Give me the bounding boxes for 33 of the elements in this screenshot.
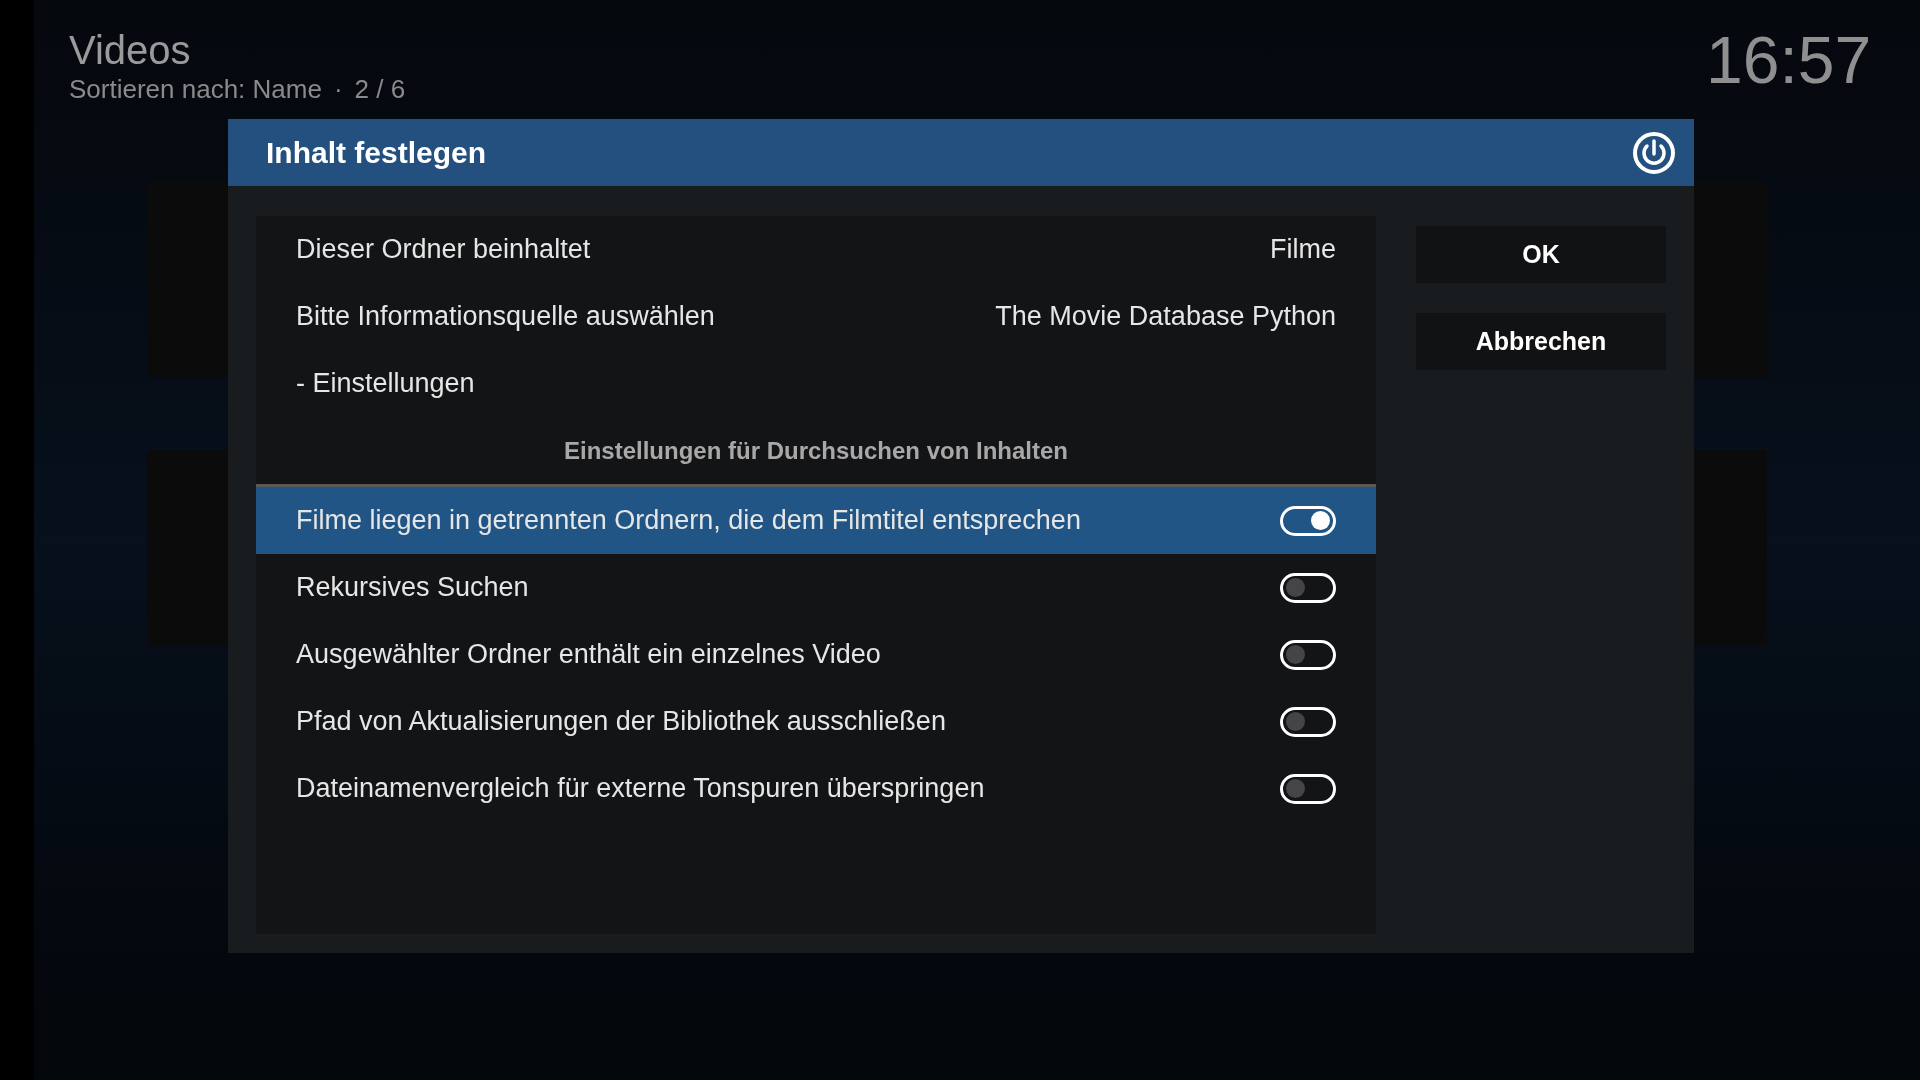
toggle-switch[interactable] bbox=[1280, 706, 1336, 737]
setting-value: Filme bbox=[1270, 233, 1336, 267]
setting-row[interactable]: - Einstellungen bbox=[256, 350, 1376, 417]
dialog-title: Inhalt festlegen bbox=[266, 135, 487, 171]
toggle-switch[interactable] bbox=[1280, 505, 1336, 536]
setting-label: Ausgewählter Ordner enthält ein einzelnes Video bbox=[296, 638, 881, 672]
setting-label: Pfad von Aktualisierungen der Bibliothek ausschließen bbox=[296, 705, 946, 739]
setting-row[interactable]: Bitte Informationsquelle auswählen The Movie Database Python bbox=[256, 283, 1376, 350]
setting-row[interactable]: Ausgewählter Ordner enthält ein einzelnes Video bbox=[256, 621, 1376, 688]
dialog-button[interactable]: Abbrechen bbox=[1416, 313, 1666, 370]
clock: 16:57 bbox=[1706, 22, 1872, 98]
page-title: Videos bbox=[69, 27, 192, 74]
separator-dot: · bbox=[333, 74, 343, 104]
sort-label: Sortieren nach: Name bbox=[69, 74, 322, 104]
toggle-switch[interactable] bbox=[1280, 773, 1336, 804]
toggle-switch[interactable] bbox=[1280, 639, 1336, 670]
setting-label: Rekursives Suchen bbox=[296, 571, 529, 605]
setting-row[interactable]: Filme liegen in getrennten Ordnern, die dem Filmtitel entsprechen bbox=[256, 487, 1376, 554]
setting-label: - Einstellungen bbox=[296, 367, 475, 401]
setting-label: Dieser Ordner beinhaltet bbox=[296, 233, 591, 267]
toggle-switch[interactable] bbox=[1280, 572, 1336, 603]
setting-row[interactable]: Pfad von Aktualisierungen der Bibliothek ausschließen bbox=[256, 688, 1376, 755]
setting-label: Dateinamenvergleich für externe Tonspuren überspringen bbox=[296, 772, 985, 806]
item-position: 2 / 6 bbox=[354, 74, 406, 104]
power-icon[interactable] bbox=[1632, 130, 1676, 175]
setting-row[interactable]: Dieser Ordner beinhaltet Filme bbox=[256, 216, 1376, 283]
setting-label: Bitte Informationsquelle auswählen bbox=[296, 300, 715, 334]
dialog-button[interactable]: OK bbox=[1416, 226, 1666, 283]
setting-value: The Movie Database Python bbox=[995, 300, 1336, 334]
setting-row[interactable]: Dateinamenvergleich für externe Tonspuren überspringen bbox=[256, 755, 1376, 822]
section-heading: Einstellungen für Durchsuchen von Inhalten bbox=[563, 435, 1068, 466]
setting-label: Filme liegen in getrennten Ordnern, die dem Filmtitel entsprechen bbox=[296, 504, 1081, 538]
setting-row[interactable]: Rekursives Suchen bbox=[256, 554, 1376, 621]
